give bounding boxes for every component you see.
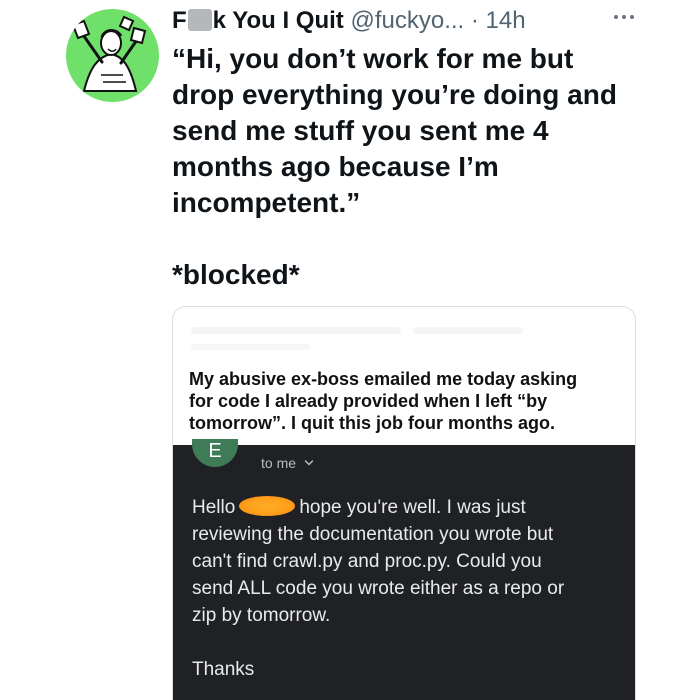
recipient-dropdown[interactable]: to me bbox=[261, 454, 314, 472]
tweet-text-line: “Hi, you don’t work for me but bbox=[172, 43, 574, 74]
tweet-text-gap bbox=[172, 221, 642, 257]
tweet-timestamp[interactable]: 14h bbox=[486, 7, 526, 34]
censored-letters bbox=[187, 9, 212, 31]
tweet-text-line: send me stuff you sent me 4 bbox=[172, 115, 549, 146]
chevron-down-icon bbox=[304, 460, 314, 466]
email-line: send ALL code you wrote either as a repo… bbox=[192, 578, 565, 599]
tweet-text: “Hi, you don’t work for me but drop ever… bbox=[172, 41, 642, 293]
email-line-text: hope you're well. I was just bbox=[299, 497, 526, 518]
redacted-name-mark bbox=[239, 496, 296, 516]
caption-line: for code I already provided when I left … bbox=[189, 391, 548, 411]
email-body: Hello hope you're well. I was just review… bbox=[192, 494, 612, 683]
caption-line: tomorrow”. I quit this job four months a… bbox=[189, 413, 555, 433]
more-icon[interactable] bbox=[611, 10, 637, 24]
email-line: can't find crawl.py and proc.py. Could y… bbox=[192, 551, 542, 572]
email-line: reviewing the documentation you wrote bu… bbox=[192, 524, 554, 545]
quitting-man-illustration-icon bbox=[71, 15, 147, 92]
profile-avatar[interactable] bbox=[66, 9, 159, 102]
email-line: Hello hope you're well. I was just bbox=[192, 494, 612, 521]
author-name-end: k You I Quit bbox=[212, 7, 344, 34]
tweet: Fk You I Quit @fuckyo... · 14h “Hi, you … bbox=[0, 0, 700, 700]
tweet-text-line: months ago because I’m bbox=[172, 151, 499, 182]
screenshot-caption: My abusive ex-boss emailed me today aski… bbox=[189, 368, 619, 434]
caption-line: My abusive ex-boss emailed me today aski… bbox=[189, 369, 578, 389]
email-greeting: Hello bbox=[192, 497, 236, 518]
email-screenshot: E to me Hello hope you're well. I was jus… bbox=[173, 439, 635, 700]
email-signoff: Thanks bbox=[192, 659, 255, 680]
author-name-start: F bbox=[172, 7, 187, 34]
header-separator: · bbox=[470, 7, 479, 34]
email-line: zip by tomorrow. bbox=[192, 605, 331, 626]
sender-avatar[interactable]: E bbox=[192, 439, 238, 467]
tweet-header: Fk You I Quit @fuckyo... · 14h bbox=[172, 6, 642, 36]
faded-background-text bbox=[191, 327, 523, 350]
recipient-label: to me bbox=[261, 455, 297, 471]
author-name[interactable]: Fk You I Quit bbox=[172, 7, 350, 34]
tweet-blocked-text: *blocked* bbox=[172, 259, 300, 290]
attached-image-card[interactable]: My abusive ex-boss emailed me today aski… bbox=[172, 306, 636, 700]
tweet-text-line: drop everything you’re doing and bbox=[172, 79, 617, 110]
tweet-text-line: incompetent.” bbox=[172, 187, 361, 218]
author-handle[interactable]: @fuckyo... bbox=[350, 7, 464, 34]
